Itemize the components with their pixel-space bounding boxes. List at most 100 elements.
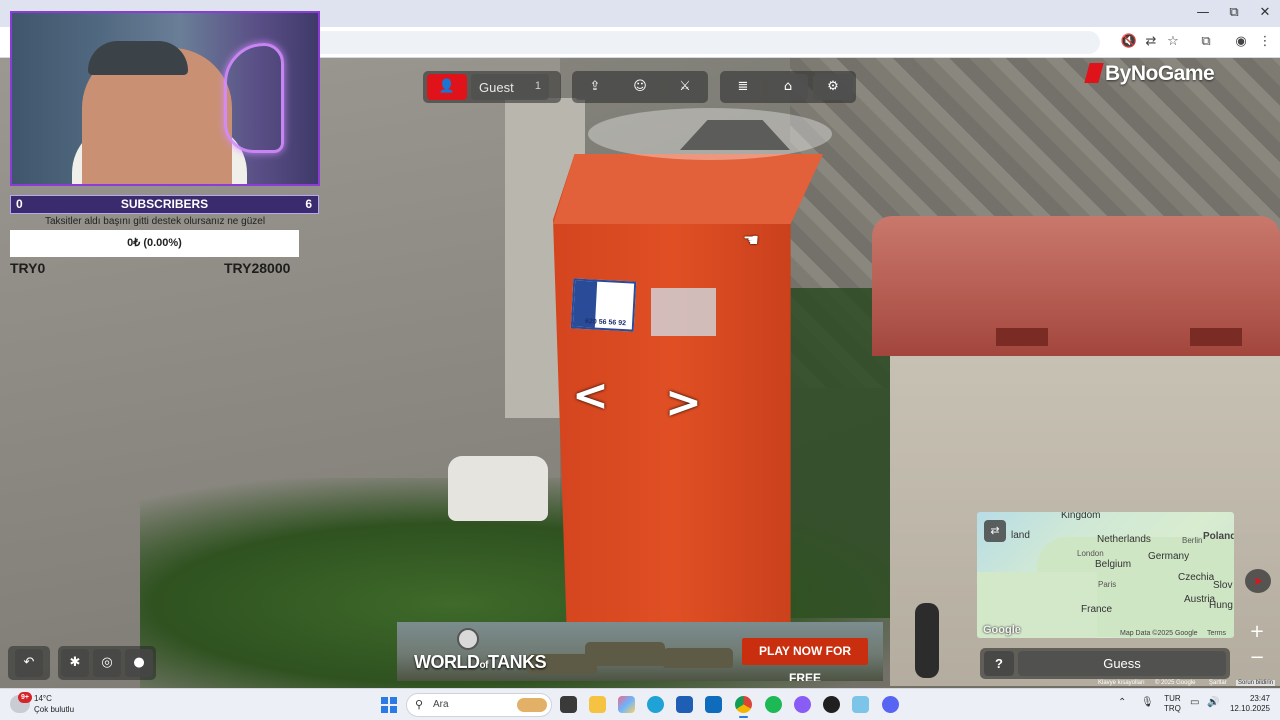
- profile-icon[interactable]: ◉: [1232, 33, 1250, 51]
- settings-app-icon[interactable]: [852, 696, 869, 713]
- taskbar-clock[interactable]: 23:47 12.10.2025: [1226, 694, 1270, 714]
- reddit-icon[interactable]: ●: [125, 649, 153, 677]
- extensions-icon[interactable]: ⧉: [1197, 33, 1215, 51]
- chrome-icon[interactable]: [735, 696, 752, 718]
- play-now-button[interactable]: PLAY NOW FOR FREE: [742, 638, 868, 681]
- subs-current: 0: [16, 197, 23, 211]
- battle-swords-icon[interactable]: ⚔: [665, 74, 705, 100]
- network-icon[interactable]: ▭: [1190, 697, 1199, 708]
- map-label-belgium: Belgium: [1095, 559, 1132, 570]
- browser-menu-icon[interactable]: ⋮: [1256, 33, 1274, 51]
- guess-minimap[interactable]: Kingdom land Netherlands Berlin Poland L…: [977, 512, 1234, 638]
- weather-description[interactable]: Çok bulutlu: [34, 705, 74, 714]
- layers-icon[interactable]: ≣: [723, 74, 763, 100]
- game-mode-group: ⇪ ☺ ⚔: [572, 71, 708, 103]
- player-badge: Guest 1: [471, 74, 549, 100]
- donation-goal-progress: 0₺ (0.00%): [10, 230, 299, 257]
- map-label-kingdom: Kingdom: [1061, 512, 1101, 521]
- multiplayer-icon[interactable]: ☺: [620, 74, 660, 100]
- windows-taskbar: 9+ 14°C Çok bulutlu ⚲ Ara ⌃ 🎙 TUR TRQ ▭ …: [0, 688, 1280, 720]
- google-logo: Google: [983, 624, 1021, 636]
- player-name: Guest: [479, 80, 514, 95]
- microphone-icon[interactable]: 🎙: [1141, 697, 1154, 708]
- address-bar[interactable]: [310, 31, 1100, 54]
- compass-icon[interactable]: ➤: [1245, 569, 1271, 593]
- file-explorer-icon[interactable]: [589, 696, 606, 713]
- donation-message: Taksitler aldı başını gitti destek olurs…: [44, 216, 266, 227]
- cabinet-sticker: 620 56 56 92: [570, 278, 637, 332]
- return-group: ↶: [8, 646, 50, 680]
- discord-app-icon[interactable]: [882, 696, 899, 713]
- close-window-button[interactable]: ✕: [1250, 4, 1280, 22]
- windows-start-icon[interactable]: [381, 697, 397, 713]
- guess-bar: ? Guess: [980, 648, 1230, 679]
- streamer-cap: [88, 41, 188, 75]
- store-icon[interactable]: [676, 696, 693, 713]
- weather-notification-badge: 9+: [18, 692, 32, 703]
- bug-report-icon[interactable]: ✱: [61, 649, 89, 677]
- google-copyright: © 2025 Google: [1155, 680, 1196, 686]
- tray-chevron-up-icon[interactable]: ⌃: [1118, 697, 1126, 708]
- map-label-paris: Paris: [1098, 580, 1117, 589]
- cabinet-sticker-faded: [651, 288, 716, 336]
- obs-icon[interactable]: [823, 696, 840, 713]
- map-terms-link[interactable]: Terms: [1207, 630, 1226, 637]
- translate-icon[interactable]: ⇄: [1142, 33, 1160, 51]
- subs-label: SUBSCRIBERS: [120, 197, 209, 211]
- webcam-overlay: [10, 11, 320, 186]
- map-label-netherlands: Netherlands: [1097, 534, 1151, 545]
- wot-logo: WORLDofTANKS: [414, 652, 547, 672]
- hand-cursor-icon: ☚: [743, 230, 760, 251]
- task-view-icon[interactable]: [560, 696, 577, 713]
- zoom-out-icon[interactable]: −: [1245, 646, 1269, 670]
- google-terms-link[interactable]: Şartlar: [1209, 680, 1227, 686]
- education-cap-icon[interactable]: ⌂: [768, 74, 808, 100]
- player-count: 1: [534, 80, 541, 92]
- outlook-icon[interactable]: [705, 696, 722, 713]
- subscriber-goal-bar: SUBSCRIBERS 0 6: [10, 195, 319, 214]
- bynogame-logo: ByNoGame: [1084, 62, 1215, 86]
- map-label-poland: Poland: [1203, 531, 1234, 542]
- keyboard-shortcuts-link[interactable]: Klavye kısayolları: [1098, 680, 1145, 686]
- zoom-in-icon[interactable]: +: [1245, 620, 1269, 644]
- world-of-tanks-ad[interactable]: WORLDofTANKS PLAY NOW FOR FREE: [397, 622, 883, 681]
- gear-icon[interactable]: ⚙: [813, 74, 853, 100]
- move-left-arrow-icon[interactable]: <: [572, 374, 609, 418]
- input-language[interactable]: TUR TRQ: [1164, 694, 1181, 714]
- copilot-icon[interactable]: [618, 696, 635, 713]
- map-label-london: London: [1077, 549, 1104, 558]
- cabinet-top: [553, 154, 823, 224]
- maximize-button[interactable]: ⧉: [1219, 4, 1249, 22]
- map-label-hung: Hung: [1209, 600, 1233, 611]
- add-player-icon[interactable]: 👤: [427, 74, 467, 100]
- move-right-arrow-icon[interactable]: >: [665, 381, 702, 425]
- map-size-toggle-icon[interactable]: ⇄: [984, 520, 1006, 542]
- minimize-button[interactable]: —: [1188, 4, 1218, 22]
- map-label-land: land: [1011, 530, 1030, 541]
- help-button[interactable]: ?: [984, 651, 1014, 676]
- map-label-germany: Germany: [1148, 551, 1190, 562]
- edge-icon[interactable]: [647, 696, 664, 713]
- neon-cat-sign: [224, 43, 284, 153]
- donation-goal-min: TRY0: [10, 260, 46, 276]
- weather-temperature[interactable]: 14°C: [34, 694, 52, 703]
- report-problem-link[interactable]: Sorun bildirin: [1236, 680, 1276, 686]
- search-highlight-icon: [517, 698, 547, 712]
- discord-icon[interactable]: ◎: [93, 649, 121, 677]
- search-icon: ⚲: [415, 698, 424, 711]
- mute-tab-icon[interactable]: 🔇: [1120, 33, 1138, 51]
- spotify-icon[interactable]: [765, 696, 782, 713]
- taskbar-search[interactable]: ⚲ Ara: [406, 693, 552, 717]
- map-label-france: France: [1081, 604, 1113, 615]
- bookmark-star-icon[interactable]: ☆: [1164, 33, 1182, 51]
- donation-goal-max: TRY28000: [224, 260, 291, 276]
- map-label-berlin: Berlin: [1182, 536, 1203, 545]
- volume-icon[interactable]: 🔊: [1207, 697, 1219, 708]
- guess-button[interactable]: Guess: [1018, 651, 1226, 676]
- map-label-czechia: Czechia: [1178, 572, 1215, 583]
- return-to-start-icon[interactable]: ↶: [15, 649, 43, 677]
- twitch-studio-icon[interactable]: [794, 696, 811, 713]
- player-group: 👤 Guest 1: [423, 71, 561, 103]
- wot-emblem-icon: [457, 628, 479, 650]
- upload-icon[interactable]: ⇪: [575, 74, 615, 100]
